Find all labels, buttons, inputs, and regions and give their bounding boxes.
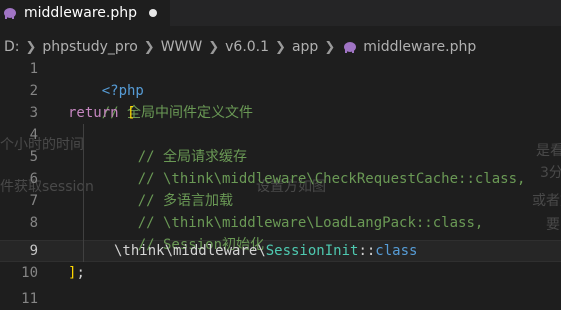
breadcrumb: D: ❯ phpstudy_pro ❯ WWW ❯ v6.0.1 ❯ app ❯… bbox=[0, 36, 561, 58]
unsaved-changes-dot-icon[interactable] bbox=[149, 9, 157, 17]
editor-tab-middleware[interactable]: middleware.php bbox=[0, 0, 170, 26]
code-line-7[interactable]: // \think\middleware\LoadLangPack::class… bbox=[104, 190, 484, 231]
code-editor[interactable]: 个小时的时间 件获取session 设置方如图 是看b 3分 或者文 要 1 2… bbox=[0, 58, 561, 307]
php-elephant-icon bbox=[4, 8, 16, 19]
breadcrumb-folder-phpstudy[interactable]: phpstudy_pro bbox=[42, 39, 137, 55]
namespace-path: \think\middleware\ bbox=[114, 243, 266, 259]
line-number: 2 bbox=[29, 83, 38, 99]
chevron-right-icon: ❯ bbox=[275, 39, 286, 55]
breadcrumb-drive[interactable]: D: bbox=[4, 39, 20, 55]
chevron-right-icon: ❯ bbox=[208, 39, 220, 55]
line-number-active: 9 bbox=[29, 243, 38, 259]
breadcrumb-folder-www[interactable]: WWW bbox=[161, 39, 203, 55]
code-line-1[interactable]: <?php bbox=[68, 58, 144, 99]
code-line-6[interactable]: // 多语言加载 bbox=[104, 168, 233, 209]
line-number: 5 bbox=[29, 149, 38, 165]
chevron-right-icon: ❯ bbox=[324, 39, 336, 55]
line-number: 6 bbox=[29, 171, 38, 187]
breadcrumb-folder-app[interactable]: app bbox=[292, 39, 318, 55]
keyword-return: return bbox=[68, 105, 119, 121]
line-number: 10 bbox=[21, 265, 38, 281]
editor-tab-bar: middleware.php bbox=[0, 0, 561, 26]
code-line-9[interactable]: \think\middleware\SessionInit::class bbox=[114, 240, 417, 262]
tab-file-name: middleware.php bbox=[24, 5, 137, 21]
code-line-3[interactable]: return [ bbox=[68, 102, 135, 124]
line-number: 1 bbox=[29, 61, 38, 77]
open-bracket: [ bbox=[127, 105, 136, 121]
breadcrumb-file[interactable]: middleware.php bbox=[363, 39, 476, 55]
breadcrumb-folder-version[interactable]: v6.0.1 bbox=[225, 39, 269, 55]
chevron-right-icon: ❯ bbox=[143, 39, 155, 55]
code-line-10[interactable]: ]; bbox=[68, 262, 85, 284]
line-number: 8 bbox=[29, 215, 38, 231]
semicolon: ; bbox=[76, 265, 85, 281]
background-ghost-text: 要 bbox=[546, 217, 560, 233]
chevron-right-icon: ❯ bbox=[25, 39, 37, 55]
class-name: SessionInit bbox=[265, 243, 359, 259]
line-number: 4 bbox=[29, 127, 38, 143]
code-line-5[interactable]: // \think\middleware\CheckRequestCache::… bbox=[104, 146, 526, 187]
php-elephant-icon bbox=[344, 42, 357, 53]
line-number: 3 bbox=[29, 105, 38, 121]
background-ghost-text: 是看b bbox=[536, 143, 561, 159]
scope-operator: :: bbox=[358, 243, 376, 259]
background-ghost-text: 或者文 bbox=[532, 193, 561, 209]
code-line-8[interactable]: // Session初始化 bbox=[104, 212, 264, 253]
code-line-2[interactable]: // 全局中间件定义文件 bbox=[68, 80, 253, 121]
line-number: 7 bbox=[29, 193, 38, 209]
background-ghost-text: 3分 bbox=[540, 165, 561, 181]
code-line-4[interactable]: // 全局请求缓存 bbox=[104, 124, 247, 165]
class-constant: class bbox=[375, 243, 418, 259]
